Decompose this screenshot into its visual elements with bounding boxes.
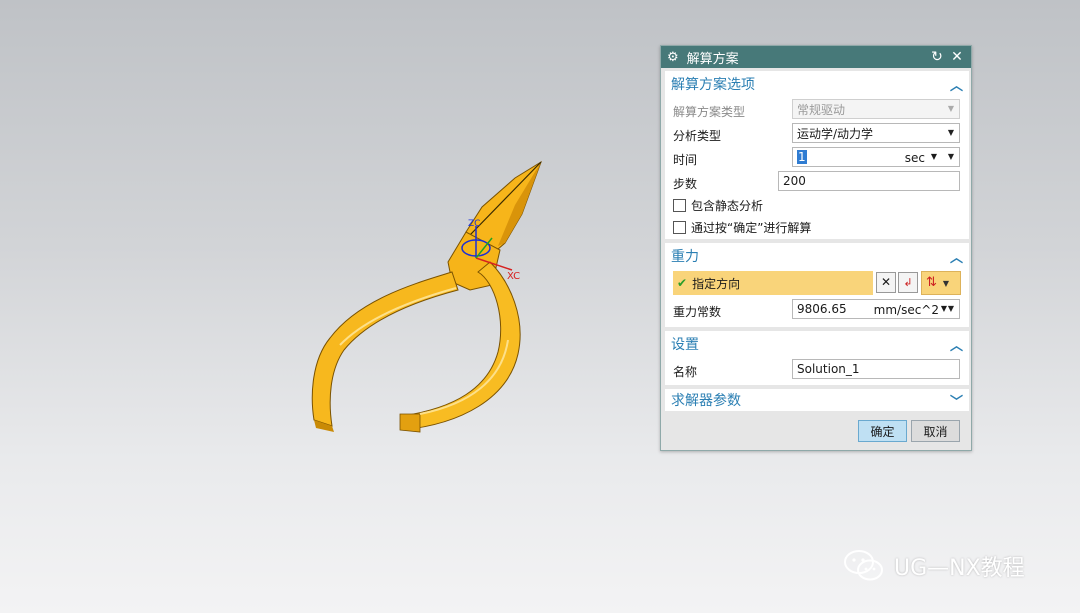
ok-button[interactable]: 确定 [858, 420, 907, 442]
section-header-settings[interactable]: 设置 ︿ [665, 331, 969, 357]
unit-dropdown-icon[interactable]: ▼ [941, 304, 947, 313]
steps-label: 步数 [673, 177, 698, 191]
watermark: UG—NX教程 [842, 548, 1025, 584]
wechat-icon [844, 550, 883, 581]
dialog-title: 解算方案 [686, 51, 739, 67]
name-input[interactable]: Solution_1 [792, 359, 960, 379]
axis-x-label: XC [507, 271, 520, 282]
steps-input[interactable]: 200 [778, 171, 960, 191]
unit-dropdown-icon[interactable]: ▼ [931, 152, 937, 161]
section-header-solution-options[interactable]: 解算方案选项 ︿ [665, 71, 969, 97]
analysis-type-label: 分析类型 [673, 129, 722, 143]
dropdown-arrow-icon[interactable]: ▼ [948, 304, 954, 313]
gravity-constant-label: 重力常数 [673, 305, 722, 319]
section-header-solver-params[interactable]: 求解器参数 ﹀ [665, 389, 969, 411]
watermark-text: UG—NX教程 [894, 556, 1025, 581]
reset-icon[interactable]: ↻ [929, 49, 945, 65]
time-value: 1 [797, 150, 807, 164]
solution-dialog: ⚙ 解算方案 ↻ ✕ 解算方案选项 ︿ 解算方案类型 常规驱动 ▼ 分析类型 运… [660, 45, 972, 451]
solution-type-label: 解算方案类型 [673, 105, 746, 119]
time-unit[interactable]: sec [905, 151, 925, 165]
section-header-gravity[interactable]: 重力 ︿ [665, 243, 969, 269]
dialog-titlebar[interactable]: ⚙ 解算方案 ↻ ✕ [661, 46, 971, 68]
dropdown-arrow-icon: ▼ [947, 128, 954, 137]
check-icon: ✔ [677, 276, 688, 290]
gravity-unit[interactable]: mm/sec^2 [874, 303, 939, 317]
chevron-down-icon[interactable]: ﹀ [950, 391, 963, 410]
analysis-type-select[interactable]: 运动学/动力学 ▼ [792, 123, 960, 143]
vector-dialog-icon[interactable]: ✕ [876, 272, 896, 293]
dropdown-arrow-icon: ▼ [947, 104, 954, 113]
pliers-left-handle [311, 271, 459, 427]
chevron-up-icon[interactable]: ︿ [950, 75, 963, 94]
solution-type-select: 常规驱动 ▼ [792, 99, 960, 119]
dropdown-arrow-icon[interactable]: ▼ [948, 152, 954, 161]
time-input[interactable]: 1 sec ▼ ▼ [792, 147, 960, 167]
reverse-direction-icon[interactable]: ⇅ ▼ [921, 271, 961, 295]
time-label: 时间 [673, 153, 698, 167]
gravity-constant-input[interactable]: 9806.65 mm/sec^2 ▼ ▼ [792, 299, 960, 319]
solve-on-ok-checkbox[interactable] [673, 221, 686, 234]
cancel-button[interactable]: 取消 [911, 420, 960, 442]
chevron-up-icon[interactable]: ︿ [950, 247, 963, 266]
solve-on-ok-checkbox-row[interactable]: 通过按“确定”进行解算 [673, 219, 811, 236]
name-label: 名称 [673, 365, 698, 379]
section-settings: 设置 ︿ 名称 Solution_1 [665, 331, 969, 385]
section-solver-params: 求解器参数 ﹀ [665, 389, 969, 411]
gear-icon: ⚙ [667, 49, 679, 65]
pliers-model[interactable] [311, 160, 542, 433]
axis-z-label: ZC [468, 219, 480, 229]
inferred-vector-icon[interactable]: ↲ [898, 272, 918, 293]
specify-direction-row[interactable]: ✔ 指定方向 [673, 271, 873, 295]
chevron-up-icon[interactable]: ︿ [950, 335, 963, 354]
section-gravity: 重力 ︿ ✔ 指定方向 ✕ ↲ ⇅ ▼ 重力常数 9806.65 mm/sec^2… [665, 243, 969, 327]
static-analysis-checkbox-row[interactable]: 包含静态分析 [673, 197, 763, 214]
static-analysis-checkbox[interactable] [673, 199, 686, 212]
close-icon[interactable]: ✕ [949, 49, 965, 65]
section-solution-options: 解算方案选项 ︿ 解算方案类型 常规驱动 ▼ 分析类型 运动学/动力学 ▼ 时间… [665, 71, 969, 239]
